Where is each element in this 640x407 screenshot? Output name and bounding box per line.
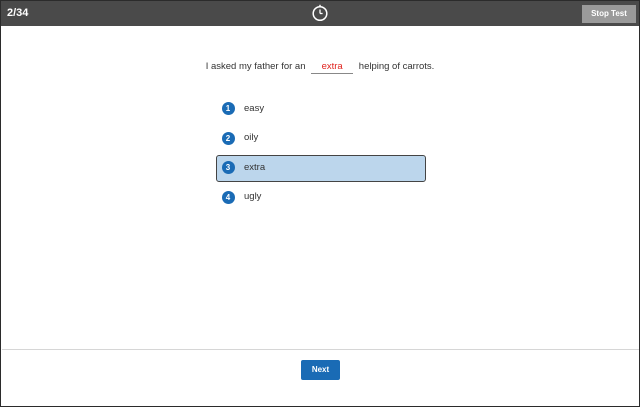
question-sentence: I asked my father for an extra helping o… [1,61,639,74]
option-easy[interactable]: 1 easy [216,96,426,123]
stop-test-button[interactable]: Stop Test [582,5,636,23]
question-text-before: I asked my father for an [205,61,306,72]
question-text-after: helping of carrots. [358,61,435,72]
option-extra[interactable]: 3 extra [216,155,426,182]
option-ugly[interactable]: 4 ugly [216,185,426,212]
option-label: ugly [244,191,262,202]
option-number-badge: 1 [221,102,235,115]
clock-icon [312,4,328,22]
option-number-badge: 3 [221,161,235,174]
option-label: extra [244,161,266,173]
option-label: oily [244,132,259,143]
answer-blank: extra [311,61,354,74]
option-label: easy [244,102,265,114]
test-window: 2/34 Stop Test I asked my father for an … [0,0,640,407]
answer-options: 1 easy 2 oily 3 extra 4 ugly [216,96,426,214]
footer-divider [2,349,639,350]
option-number-badge: 4 [221,190,235,204]
question-progress: 2/34 [7,7,29,19]
option-number-badge: 2 [221,131,235,145]
next-button[interactable]: Next [301,360,340,380]
option-oily[interactable]: 2 oily [216,126,426,153]
top-bar: 2/34 Stop Test [1,1,639,26]
